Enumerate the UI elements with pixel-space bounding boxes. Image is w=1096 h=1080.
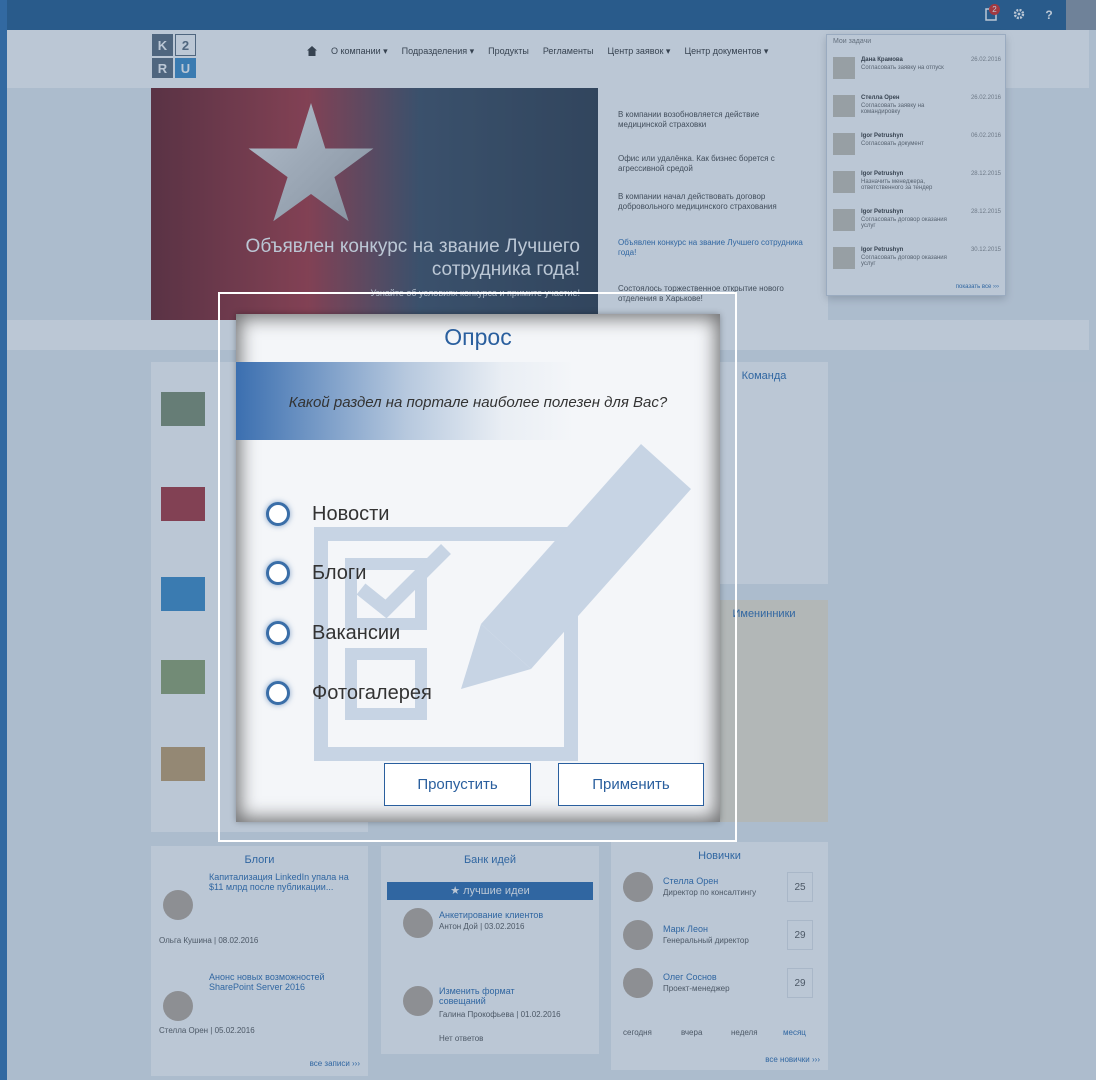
apply-button[interactable]: Применить xyxy=(558,763,704,806)
radio-button[interactable] xyxy=(266,561,290,585)
radio-button[interactable] xyxy=(266,621,290,645)
skip-button[interactable]: Пропустить xyxy=(384,763,531,806)
radio-button[interactable] xyxy=(266,502,290,526)
poll-modal: Опрос Какой раздел на портале наиболее п… xyxy=(236,314,720,822)
poll-option-label: Блоги xyxy=(312,561,367,584)
poll-question: Какой раздел на портале наиболее полезен… xyxy=(288,394,668,411)
poll-option-vacancies[interactable]: Вакансии xyxy=(266,619,400,647)
poll-option-label: Новости xyxy=(312,502,390,525)
poll-option-label: Вакансии xyxy=(312,621,401,644)
poll-title: Опрос xyxy=(444,324,512,350)
poll-option-news[interactable]: Новости xyxy=(266,500,389,528)
poll-option-gallery[interactable]: Фотогалерея xyxy=(266,679,432,707)
poll-option-blogs[interactable]: Блоги xyxy=(266,559,366,587)
radio-button[interactable] xyxy=(266,681,290,705)
poll-option-label: Фотогалерея xyxy=(312,681,432,704)
checklist-pencil-icon xyxy=(314,444,691,761)
